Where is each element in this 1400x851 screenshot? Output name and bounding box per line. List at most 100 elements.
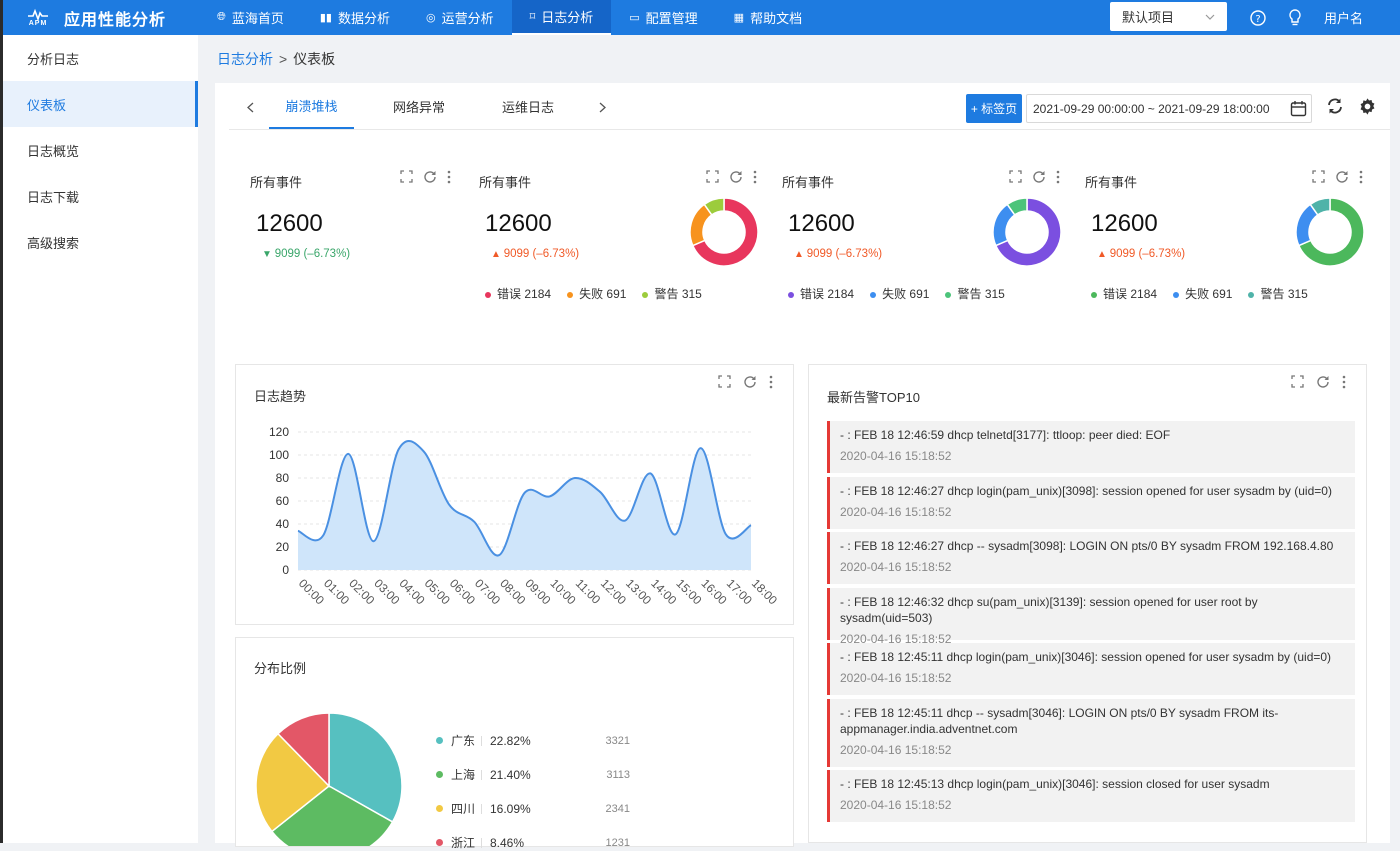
fullscreen-icon[interactable] — [400, 170, 413, 187]
x-tick-label: 07:00 — [472, 576, 503, 607]
alert-item[interactable]: - : FEB 18 12:46:32 dhcp su(pam_unix)[31… — [827, 588, 1355, 640]
alert-item[interactable]: - : FEB 18 12:46:27 dhcp login(pam_unix)… — [827, 477, 1355, 529]
stat-delta: ▲ 9099 (–6.73%) — [491, 248, 579, 260]
trend-card: 日志趋势 02040608010012000:0001:0002:0003:00… — [235, 364, 794, 625]
nav-label: 蓝海首页 — [232, 8, 284, 27]
x-tick-label: 16:00 — [699, 576, 730, 607]
bar-chart-icon: ▮▮ — [320, 11, 332, 24]
legend-value: 691 — [606, 287, 626, 301]
x-tick-label: 05:00 — [422, 576, 453, 607]
sidebar-item-advanced-search[interactable]: 高级搜索 — [3, 219, 198, 265]
dashboard-panel: 崩溃堆栈 网络异常 运维日志 + 标签页 2021-09-29 00:00:00… — [215, 83, 1390, 843]
stat-delta-value: 9099 (–6.73%) — [807, 248, 882, 260]
more-icon[interactable] — [1056, 170, 1060, 187]
chevron-left-icon[interactable] — [247, 102, 254, 113]
refresh-icon[interactable] — [1335, 170, 1349, 187]
add-tab-button[interactable]: + 标签页 — [966, 94, 1022, 123]
nav-item-logs[interactable]: ⌑日志分析 — [512, 0, 612, 35]
tab-bar: 崩溃堆栈 网络异常 运维日志 + 标签页 2021-09-29 00:00:00… — [229, 83, 1390, 130]
fullscreen-icon[interactable] — [1312, 170, 1325, 187]
x-tick-label: 14:00 — [648, 576, 679, 607]
window-edge — [0, 0, 3, 843]
legend-value: 315 — [985, 287, 1005, 301]
legend-count: 3321 — [590, 735, 630, 747]
stat-card-actions — [1009, 170, 1060, 187]
nav-item-help[interactable]: ▦帮助文档 — [716, 0, 820, 35]
legend-value: 2184 — [827, 287, 854, 301]
date-range-picker[interactable]: 2021-09-29 00:00:00 ~ 2021-09-29 18:00:0… — [1026, 94, 1312, 123]
triangle-down-icon: ▼ — [262, 249, 275, 260]
chevron-right-icon[interactable] — [599, 102, 606, 113]
gear-icon[interactable] — [1358, 97, 1377, 116]
more-icon[interactable] — [1359, 170, 1363, 187]
alert-item[interactable]: - : FEB 18 12:46:59 dhcp telnetd[3177]: … — [827, 421, 1355, 473]
stat-legend-item: 警告 315 — [945, 285, 1004, 302]
distribution-card: 分布比例 广东22.82%3321上海21.40%3113四川16.09%234… — [235, 637, 794, 847]
stat-title: 所有事件 — [479, 172, 531, 191]
legend-percent: 16.09% — [490, 802, 590, 816]
nav-item-config[interactable]: ▭配置管理 — [611, 0, 715, 35]
svg-text:?: ? — [1255, 14, 1260, 25]
project-select[interactable]: 默认项目 — [1110, 2, 1227, 31]
stat-card: 所有事件12600▲ 9099 (–6.73%)错误 2184失败 691警告 … — [782, 168, 1072, 318]
alert-item[interactable]: - : FEB 18 12:45:11 dhcp login(pam_unix)… — [827, 643, 1355, 695]
y-tick-label: 100 — [269, 448, 289, 462]
stat-value: 12600 — [788, 210, 855, 238]
tab-network-error[interactable]: 网络异常 — [393, 83, 445, 129]
x-tick-label: 04:00 — [397, 576, 428, 607]
lightbulb-icon[interactable] — [1288, 9, 1302, 26]
refresh-icon[interactable] — [423, 170, 437, 187]
help-icon[interactable]: ? — [1250, 10, 1266, 26]
legend-name: 失败 — [882, 287, 906, 301]
more-icon[interactable] — [447, 170, 451, 187]
fullscreen-icon[interactable] — [1009, 170, 1022, 187]
fullscreen-icon[interactable] — [1291, 375, 1304, 388]
x-tick-label: 08:00 — [497, 576, 528, 607]
top-actions: ? 用户名 — [1250, 0, 1363, 35]
sync-icon[interactable] — [1326, 97, 1344, 115]
more-icon[interactable] — [1342, 375, 1346, 389]
tab-ops-log[interactable]: 运维日志 — [502, 83, 554, 129]
app-logo[interactable]: APM 应用性能分析 — [0, 0, 197, 35]
alerts-card-title: 最新告警TOP10 — [827, 387, 920, 406]
stat-delta-value: 9099 (–6.73%) — [275, 248, 350, 260]
x-tick-label: 11:00 — [573, 576, 604, 607]
nav-label: 日志分析 — [541, 7, 593, 26]
breadcrumb-parent-link[interactable]: 日志分析 — [217, 51, 273, 67]
more-icon[interactable] — [753, 170, 757, 187]
stat-delta: ▼ 9099 (–6.73%) — [262, 248, 350, 260]
nav-label: 运营分析 — [442, 8, 494, 27]
nav-item-home[interactable]: 🌐︎蓝海首页 — [197, 0, 302, 35]
sidebar-item-log-download[interactable]: 日志下载 — [3, 173, 198, 219]
stat-value: 12600 — [1091, 210, 1158, 238]
sidebar-item-analyze-logs[interactable]: 分析日志 — [3, 35, 198, 81]
alert-item[interactable]: - : FEB 18 12:45:13 dhcp login(pam_unix)… — [827, 770, 1355, 822]
stat-value: 12600 — [256, 210, 323, 238]
x-tick-label: 15:00 — [673, 576, 704, 607]
pie-legend-item: 四川16.09%2341 — [436, 800, 630, 817]
refresh-icon[interactable] — [1032, 170, 1046, 187]
sidebar-item-log-overview[interactable]: 日志概览 — [3, 127, 198, 173]
alert-time: 2020-04-16 15:18:52 — [840, 671, 1345, 685]
sidebar-item-dashboard[interactable]: 仪表板 — [3, 81, 198, 127]
tab-crash-stack[interactable]: 崩溃堆栈 — [269, 83, 354, 129]
nav-item-data[interactable]: ▮▮数据分析 — [302, 0, 408, 35]
fullscreen-icon[interactable] — [706, 170, 719, 187]
stat-delta: ▲ 9099 (–6.73%) — [1097, 248, 1185, 260]
legend-percent: 21.40% — [490, 768, 590, 782]
username[interactable]: 用户名 — [1324, 8, 1363, 27]
trend-area — [298, 441, 751, 570]
breadcrumb-separator: > — [279, 51, 287, 67]
y-tick-label: 60 — [276, 494, 290, 508]
stat-card: 所有事件12600▲ 9099 (–6.73%)错误 2184失败 691警告 … — [479, 168, 769, 318]
refresh-icon[interactable] — [1316, 375, 1330, 389]
legend-value: 315 — [682, 287, 702, 301]
alert-item[interactable]: - : FEB 18 12:46:27 dhcp -- sysadm[3098]… — [827, 532, 1355, 584]
legend-value: 691 — [1212, 287, 1232, 301]
nav-item-ops[interactable]: ◎运营分析 — [408, 0, 512, 35]
stat-donut-chart — [991, 196, 1063, 268]
alert-item[interactable]: - : FEB 18 12:45:11 dhcp -- sysadm[3046]… — [827, 699, 1355, 767]
stat-legend-item: 失败 691 — [1173, 285, 1232, 302]
legend-dot — [436, 737, 443, 744]
refresh-icon[interactable] — [729, 170, 743, 187]
